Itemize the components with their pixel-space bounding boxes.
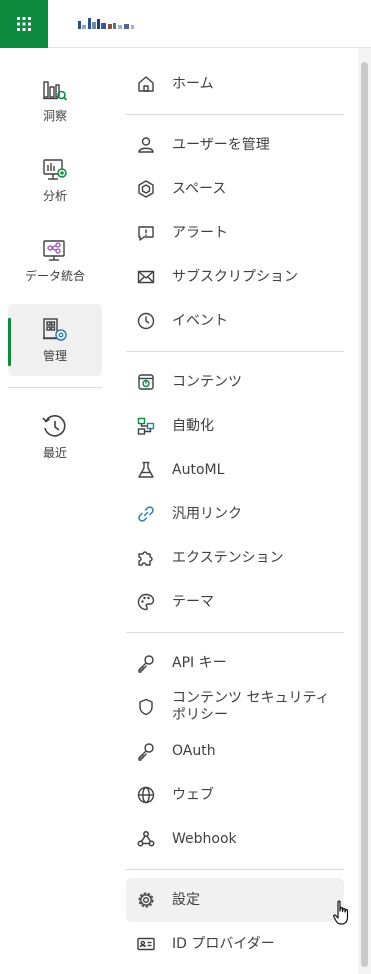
menu-item-content-security-policy[interactable]: コンテンツ セキュリティ ポリシー: [126, 685, 344, 729]
puzzle-icon: [138, 551, 153, 566]
menu-divider: [126, 351, 344, 352]
user-icon: [138, 137, 154, 153]
data-integration-icon: [43, 240, 65, 261]
home-icon: [138, 76, 154, 92]
menu-label: イベント: [172, 312, 228, 329]
menu-item-identity-providers[interactable]: ID プロバイダー: [126, 922, 344, 966]
content-icon: [138, 374, 154, 390]
menu-item-content[interactable]: コンテンツ: [126, 360, 344, 404]
menu-label: アラート: [172, 224, 228, 241]
menu-label: スペース: [172, 180, 227, 197]
scrollbar-thumb[interactable]: [361, 62, 368, 967]
menu-item-settings[interactable]: 設定: [126, 878, 344, 922]
menu-divider: [126, 632, 344, 633]
menu-item-api-keys[interactable]: API キー: [126, 641, 344, 685]
menu-label: コンテンツ: [172, 373, 242, 390]
menu-label: ウェブ: [172, 786, 214, 803]
menu-label: コンテンツ セキュリティ ポリシー: [172, 690, 330, 723]
gear-icon: [138, 892, 154, 908]
key-icon: [138, 655, 154, 673]
shield-icon: [139, 698, 153, 716]
menu-label: ユーザーを管理: [172, 136, 270, 153]
link-icon: [138, 506, 154, 522]
menu-item-spaces[interactable]: スペース: [126, 167, 344, 211]
rail-label-analytics: 分析: [42, 189, 67, 203]
menu-item-automl[interactable]: AutoML: [126, 448, 344, 492]
menu-label: AutoML: [172, 461, 225, 478]
flask-icon: [138, 461, 154, 478]
menu-item-alerts[interactable]: アラート: [126, 211, 344, 255]
id-card-icon: [137, 937, 155, 951]
menu-label: テーマ: [172, 593, 214, 610]
key-icon: [138, 743, 154, 761]
mail-icon: [137, 270, 155, 284]
menu-item-extensions[interactable]: エクステンション: [126, 536, 344, 580]
admin-icon: [43, 318, 67, 341]
menu-label: エクステンション: [172, 549, 284, 566]
menu-label: Webhook: [172, 830, 237, 847]
menu-label: サブスクリプション: [172, 268, 298, 285]
menu-label: OAuth: [172, 742, 216, 759]
menu-item-webhook[interactable]: Webhook: [126, 817, 344, 861]
menu-divider: [126, 869, 344, 870]
app-launcher-button[interactable]: [0, 0, 48, 48]
clock-icon: [137, 312, 155, 330]
rail-label-admin: 管理: [42, 349, 67, 363]
rail-item-data-integration[interactable]: データ統合: [8, 224, 102, 296]
menu-item-home[interactable]: ホーム: [126, 62, 344, 106]
hand-cursor-icon: [333, 900, 349, 925]
menu-label: 自動化: [172, 417, 214, 434]
active-indicator: [8, 318, 11, 366]
menu-label: API キー: [172, 654, 227, 671]
menu-item-events[interactable]: イベント: [126, 299, 344, 343]
space-icon: [138, 180, 154, 198]
alert-icon: [138, 226, 154, 241]
menu-item-oauth[interactable]: OAuth: [126, 729, 344, 773]
palette-icon: [137, 593, 155, 611]
menu-label: 設定: [172, 891, 200, 908]
menu-label: ID プロバイダー: [172, 935, 275, 952]
rail-item-analytics[interactable]: 分析: [8, 144, 102, 216]
rail-item-insights[interactable]: 洞察: [8, 64, 102, 136]
clock-icon: [42, 415, 66, 437]
menu-item-generic-links[interactable]: 汎用リンク: [126, 492, 344, 536]
menu-divider: [126, 114, 344, 115]
rail-item-recent[interactable]: 最近: [8, 401, 102, 473]
globe-icon: [137, 786, 155, 804]
rail-label-insights: 洞察: [42, 109, 67, 123]
admin-menu: ホーム ユーザーを管理 スペース アラート サブスクリプション イベント コンテ…: [110, 48, 358, 974]
rail-label-data-integration: データ統合: [24, 269, 85, 283]
menu-item-automations[interactable]: 自動化: [126, 404, 344, 448]
rail-label-recent: 最近: [42, 446, 67, 460]
top-bar: [0, 0, 371, 48]
menu-item-web[interactable]: ウェブ: [126, 773, 344, 817]
menu-label: 汎用リンク: [172, 505, 242, 522]
menu-item-manage-users[interactable]: ユーザーを管理: [126, 123, 344, 167]
grid-icon: [17, 17, 31, 31]
menu-label: ホーム: [172, 75, 214, 92]
automation-icon: [137, 417, 155, 435]
insights-icon: [43, 81, 68, 101]
menu-item-themes[interactable]: テーマ: [126, 580, 344, 624]
qlik-logo[interactable]: [78, 18, 150, 30]
webhook-icon: [137, 831, 155, 847]
menu-item-subscriptions[interactable]: サブスクリプション: [126, 255, 344, 299]
rail-divider: [8, 387, 102, 388]
rail-item-admin[interactable]: 管理: [8, 304, 102, 376]
analytics-icon: [43, 159, 67, 180]
